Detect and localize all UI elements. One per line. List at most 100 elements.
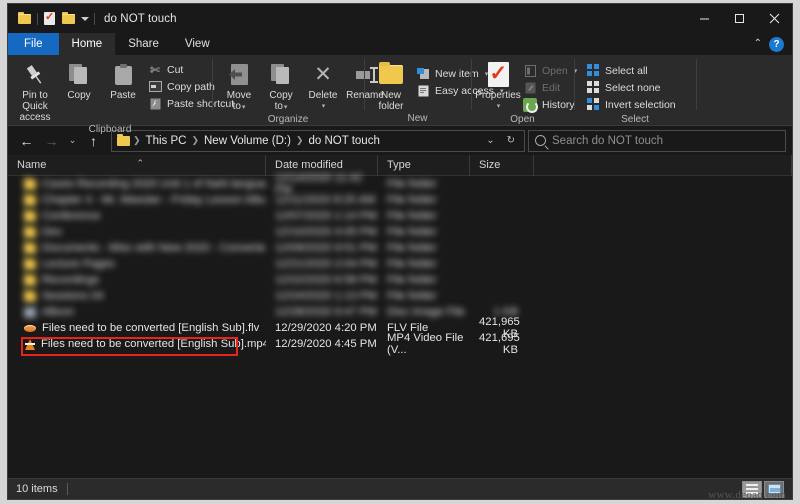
copy-to-button[interactable]: Copy to▾ [260,59,302,113]
breadcrumb-item-new-volume[interactable]: New Volume (D:) [200,135,295,147]
column-header-type[interactable]: Type [378,155,470,176]
breadcrumb-separator-icon[interactable]: ❯ [132,135,142,146]
paste-icon [115,61,132,88]
table-row[interactable]: Documents - Misc with New 2020 - Convert… [8,240,792,256]
status-bar: 10 items [8,478,792,499]
table-row[interactable]: Recordings 12/22/2020 6:58 PM File folde… [8,272,792,288]
new-folder-icon [379,61,403,88]
breadcrumb-separator-icon[interactable]: ❯ [295,135,305,146]
delete-button[interactable]: ✕ Delete ▾ [302,59,344,112]
copy-button[interactable]: Copy [58,59,100,101]
ribbon-group-clipboard: Pin to Quick access Copy Paste ✄ Cut [8,55,212,125]
tab-file[interactable]: File [8,33,59,55]
table-row[interactable]: Dev 12/10/2020 4:05 PM File folder [8,224,792,240]
sort-ascending-icon: ⌃ [137,155,145,174]
tab-view[interactable]: View [172,33,223,55]
folder-icon [24,211,36,222]
button-label: Open [542,65,568,77]
breadcrumb-separator-icon[interactable]: ❯ [190,135,200,146]
table-row[interactable]: Sessions 04 12/24/2020 1:13 PM File fold… [8,288,792,304]
tab-share[interactable]: Share [115,33,172,55]
copy-to-icon [271,61,291,88]
file-name-cell: Album [8,306,266,318]
type-cell: File folder [378,226,470,238]
ribbon-group-filler [696,55,792,125]
ribbon-group-open: Properties ▾ Open ▾ E [471,55,574,125]
select-all-button[interactable]: Select all [584,62,681,79]
button-label: History [542,99,575,111]
select-all-icon [586,64,600,78]
button-label: Cut [167,64,183,76]
date-modified-cell: 12/22/2020 6:58 PM [266,274,378,286]
table-row[interactable]: Conference 12/07/2020 1:14 PM File folde… [8,208,792,224]
folder-icon[interactable] [18,12,32,26]
button-label: Properties [475,90,521,101]
column-headers: ⌃ Name Date modified Type Size [8,155,792,176]
invert-selection-icon [586,98,600,112]
invert-selection-button[interactable]: Invert selection [584,96,681,113]
breadcrumb-item-do-not-touch[interactable]: do NOT touch [304,135,383,147]
file-list[interactable]: Caves Recording 2020 Unit 1 of NaN langu… [8,176,792,485]
table-row[interactable]: Chapter 4 - Mr. Meester - Friday Lesson … [8,192,792,208]
properties-icon [488,61,509,88]
flv-file-icon [24,323,36,334]
properties-button[interactable]: Properties ▾ [477,59,519,112]
disc-icon [24,307,36,318]
chevron-down-icon[interactable]: ▾ [322,101,326,112]
type-cell: File folder [378,290,470,302]
folder-icon [24,275,36,286]
group-label-select: Select [574,113,696,126]
table-row[interactable]: Caves Recording 2020 Unit 1 of NaN langu… [8,176,792,192]
type-cell: MP4 Video File (V... [378,332,470,356]
open-icon [523,64,537,78]
button-label-line1: Pin to Quick [19,90,51,112]
search-input[interactable]: Search do NOT touch [528,130,786,152]
column-header-size[interactable]: Size [470,155,534,176]
breadcrumb-folder-icon [117,136,130,146]
new-folder-icon[interactable] [62,12,76,26]
button-label: Select none [605,82,660,94]
new-folder-button[interactable]: New folder [370,59,412,112]
chevron-up-icon[interactable]: ⌃ [754,39,762,49]
breadcrumb-item-this-pc[interactable]: This PC [142,135,191,147]
type-cell: File folder [378,178,470,190]
date-modified-cell: 12/10/2020 4:05 PM [266,226,378,238]
edit-icon [523,81,537,95]
search-icon [535,135,546,146]
refresh-icon[interactable]: ↻ [501,135,521,146]
select-none-button[interactable]: Select none [584,79,681,96]
pin-to-quick-access-button[interactable]: Pin to Quick access [14,59,56,123]
file-name-cell: Sessions 04 [8,290,266,302]
close-icon[interactable] [757,4,792,33]
select-none-icon [586,81,600,95]
date-modified-cell: 12/24/2020 1:13 PM [266,290,378,302]
chevron-down-icon[interactable]: ⌄ [480,135,500,146]
paste-button[interactable]: Paste [102,59,144,101]
table-row[interactable]: Files need to be converted [English Sub]… [8,336,792,352]
button-label: Copy [67,90,90,101]
customize-quick-access-caret-icon[interactable] [81,17,89,21]
type-cell: File folder [378,194,470,206]
help-icon[interactable]: ? [769,37,784,52]
table-row[interactable]: Lecture Pages 12/21/2020 2:04 PM File fo… [8,256,792,272]
group-label-new: New [364,112,471,125]
ribbon-group-organize: Move to▾ Copy to▾ ✕ Delete ▾ Rename [212,55,364,125]
maximize-icon[interactable] [722,4,757,33]
ribbon-group-new: New folder New item ▾ [364,55,471,125]
move-to-button[interactable]: Move to▾ [218,59,260,113]
minimize-icon[interactable] [687,4,722,33]
paste-shortcut-icon [148,97,162,111]
column-header-spacer [534,155,792,176]
button-label-line2: to▾ [275,101,288,113]
chevron-down-icon[interactable]: ▾ [497,101,501,112]
table-row[interactable]: Album 12/28/2020 9:47 PM Disc Image File… [8,304,792,320]
divider [94,13,95,25]
column-header-name[interactable]: ⌃ Name [8,155,266,176]
file-name-cell: Dev [8,226,266,238]
tab-home[interactable]: Home [59,33,116,55]
properties-icon[interactable] [43,12,57,26]
button-label-line1: Move [227,90,251,101]
file-name-cell: Files need to be converted [English Sub]… [8,338,266,350]
date-modified-cell: 12/09/2020 9:51 PM [266,242,378,254]
date-modified-cell: 12/29/2020 4:20 PM [266,322,378,334]
